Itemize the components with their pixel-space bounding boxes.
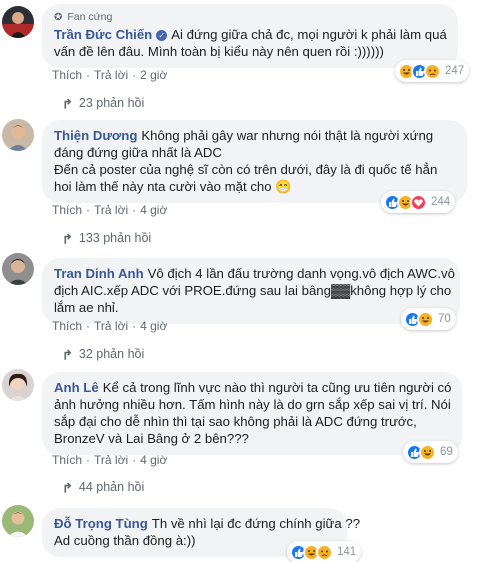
reaction-count: 69 [440, 446, 453, 458]
avatar[interactable] [2, 253, 34, 285]
comment-text-line: lắm ae nhỉ. [54, 300, 119, 315]
avatar[interactable] [2, 6, 34, 38]
view-replies-link[interactable]: ↳ 32 phản hồi [62, 346, 144, 362]
comment-actions: Thích · Trả lời · 4 giờ [52, 319, 168, 333]
view-replies-link[interactable]: ↳ 44 phản hồi [62, 479, 144, 495]
comment-text-line: ảnh hưởng nhiều hơn. Tấm hình này là do … [54, 397, 451, 412]
avatar[interactable] [2, 369, 34, 401]
verified-icon: ✓ [156, 30, 168, 41]
reply-arrow-icon: ↳ [62, 231, 73, 246]
reply-link[interactable]: Trả lời [94, 203, 128, 217]
comment-text-line: BronzeV và Lai Bâng ở 2 bên??? [54, 431, 249, 446]
view-replies-link[interactable]: ↳ 133 phản hồi [62, 230, 151, 246]
comment-author[interactable]: Anh Lê [54, 380, 99, 395]
reaction-summary[interactable]: 70 [401, 308, 456, 330]
view-replies-link[interactable]: ↳ 23 phản hồi [62, 95, 144, 111]
comment-text-line: Đến cả poster của nghệ sĩ còn có trên dư… [54, 162, 438, 177]
timestamp[interactable]: 4 giờ [140, 203, 167, 217]
comment-text-line: đáng đứng giữa nhất là ADC [54, 145, 222, 160]
comment-bubble: Anh Lê Kể cả trong lĩnh vực nào thì người… [42, 372, 462, 455]
comment-text-line: Th về nhì lại đc đứng chính giữa ?? [151, 516, 361, 531]
comment-text-line: sắp đại cho dễ nhìn thì tại sao không ph… [54, 414, 417, 429]
comment-bubble: ✪ Fan cứng Trần Đức Chiến ✓ Ai đứng giữa c… [42, 4, 458, 68]
comment-text-line: vấn đề lên đâu. Mình toàn bị kiểu này nê… [54, 44, 384, 59]
reaction-count: 244 [431, 196, 451, 208]
comment-author[interactable]: Thiện Dương [54, 128, 137, 143]
haha-reaction-icon [417, 310, 434, 328]
badge-label: Fan cứng [67, 11, 113, 23]
comment-text-line: Ai đứng giữa chả đc, mọi người k phải là… [171, 27, 447, 42]
reply-link[interactable]: Trả lời [94, 68, 128, 82]
sad-reaction-icon [316, 543, 333, 561]
timestamp[interactable]: 4 giờ [140, 453, 167, 467]
sad-reaction-icon [424, 62, 441, 80]
like-link[interactable]: Thích [52, 319, 82, 333]
comment-actions: Thích · Trả lời · 4 giờ [52, 203, 168, 217]
reaction-summary[interactable]: 244 [381, 191, 456, 213]
reply-link[interactable]: Trả lời [94, 453, 128, 467]
reaction-summary[interactable]: 141 [287, 541, 362, 562]
like-link[interactable]: Thích [52, 68, 82, 82]
star-badge-icon: ✪ [54, 12, 63, 23]
reply-link[interactable]: Trả lời [94, 319, 128, 333]
love-reaction-icon [410, 193, 427, 211]
reaction-summary[interactable]: 69 [403, 441, 458, 463]
reaction-count: 247 [445, 65, 465, 77]
reply-arrow-icon: ↳ [62, 480, 73, 495]
comment-actions: Thích · Trả lời · 4 giờ [52, 453, 168, 467]
comment-text-line: Vô địch 4 lần đấu trường danh vọng.vô đị… [147, 266, 455, 281]
like-link[interactable]: Thích [52, 453, 82, 467]
reaction-summary[interactable]: 247 [395, 60, 470, 82]
comment-bubble: Tran Dinh Anh Vô địch 4 lần đấu trường da… [42, 258, 460, 324]
comment-author[interactable]: Trần Đức Chiến [54, 27, 152, 42]
reply-arrow-icon: ↳ [62, 96, 73, 111]
comment-author[interactable]: Đỗ Trọng Tùng [54, 516, 148, 531]
like-link[interactable]: Thích [52, 203, 82, 217]
timestamp[interactable]: 2 giờ [140, 68, 167, 82]
reply-arrow-icon: ↳ [62, 347, 73, 362]
reaction-count: 141 [337, 546, 357, 558]
comment-text-line: Kể cả trong lĩnh vực nào thì người ta cũ… [102, 380, 452, 395]
fan-badge: ✪ Fan cứng [54, 11, 446, 24]
haha-reaction-icon [419, 443, 436, 461]
comment-author[interactable]: Tran Dinh Anh [54, 266, 144, 281]
comment-text-line: Không phải gây war nhưng nói thật là ngư… [141, 128, 434, 143]
avatar[interactable] [2, 505, 34, 537]
comment-text-line: địch AIC.xếp ADC với PROE.đứng sau lai b… [54, 283, 452, 298]
timestamp[interactable]: 4 giờ [140, 319, 167, 333]
reaction-count: 70 [438, 313, 451, 325]
avatar[interactable] [2, 119, 34, 151]
comment-actions: Thích · Trả lời · 2 giờ [52, 68, 168, 82]
